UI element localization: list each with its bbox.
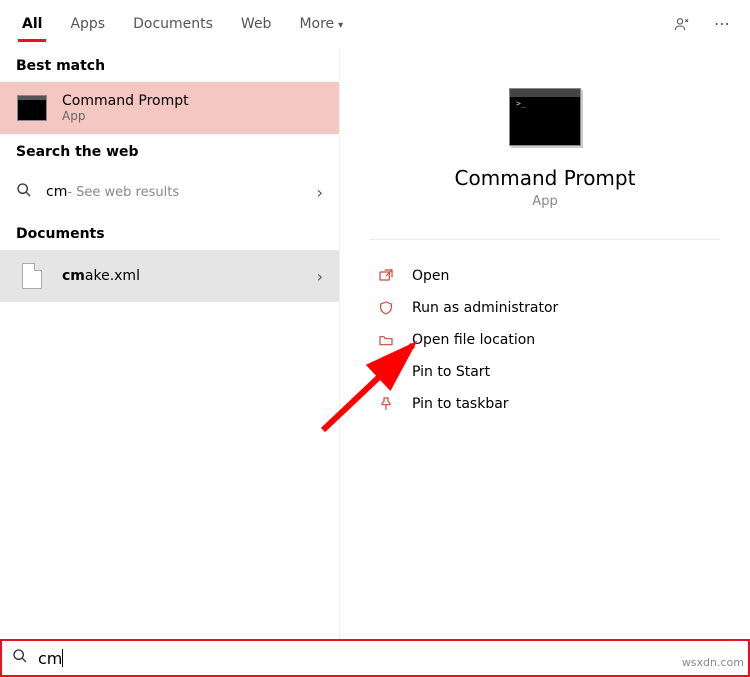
action-run-admin[interactable]: Run as administrator xyxy=(370,292,720,324)
preview-subtitle: App xyxy=(370,194,720,209)
preview-title: Command Prompt xyxy=(370,166,720,190)
search-bar[interactable]: cm xyxy=(0,639,750,677)
chevron-down-icon: ▾ xyxy=(338,20,343,31)
action-list: Open Run as administrator Open file loca… xyxy=(370,260,720,420)
tab-apps[interactable]: Apps xyxy=(56,4,119,44)
chevron-right-icon: › xyxy=(317,183,323,202)
action-open[interactable]: Open xyxy=(370,260,720,292)
search-icon xyxy=(16,182,32,202)
tab-all[interactable]: All xyxy=(8,4,56,44)
watermark: wsxdn.com xyxy=(682,656,744,669)
preview-app-icon xyxy=(509,88,581,146)
action-label: Open xyxy=(412,268,449,284)
pin-icon xyxy=(374,364,398,380)
feedback-icon[interactable] xyxy=(662,16,702,32)
tab-web[interactable]: Web xyxy=(227,4,286,44)
preview-panel: Command Prompt App Open Run as administr… xyxy=(340,48,750,639)
document-icon xyxy=(16,260,48,292)
documents-header: Documents xyxy=(0,216,339,250)
shield-icon xyxy=(374,300,398,316)
action-pin-start[interactable]: Pin to Start xyxy=(370,356,720,388)
open-icon xyxy=(374,268,398,284)
chevron-right-icon: › xyxy=(317,267,323,286)
action-pin-taskbar[interactable]: Pin to taskbar xyxy=(370,388,720,420)
result-subtitle: App xyxy=(62,109,189,123)
result-title: Command Prompt xyxy=(62,93,189,109)
document-result[interactable]: cmake.xml › xyxy=(0,250,339,302)
filter-tabs: All Apps Documents Web More ▾ ⋯ xyxy=(0,0,750,48)
web-hint: - See web results xyxy=(67,185,179,200)
folder-icon xyxy=(374,332,398,348)
action-label: Open file location xyxy=(412,332,535,348)
action-label: Run as administrator xyxy=(412,300,558,316)
web-search-result[interactable]: cm - See web results › xyxy=(0,168,339,216)
best-match-header: Best match xyxy=(0,48,339,82)
best-match-result[interactable]: Command Prompt App xyxy=(0,82,339,134)
tab-more[interactable]: More ▾ xyxy=(285,4,357,44)
action-label: Pin to Start xyxy=(412,364,490,380)
document-title: cmake.xml xyxy=(62,268,140,284)
action-label: Pin to taskbar xyxy=(412,396,509,412)
divider xyxy=(370,239,720,240)
tab-more-label: More xyxy=(299,16,334,32)
more-options-icon[interactable]: ⋯ xyxy=(702,14,742,33)
pin-icon xyxy=(374,396,398,412)
web-header: Search the web xyxy=(0,134,339,168)
action-open-location[interactable]: Open file location xyxy=(370,324,720,356)
command-prompt-icon xyxy=(16,92,48,124)
results-panel: Best match Command Prompt App Search the… xyxy=(0,48,340,639)
web-query: cm xyxy=(46,184,67,200)
tab-documents[interactable]: Documents xyxy=(119,4,227,44)
